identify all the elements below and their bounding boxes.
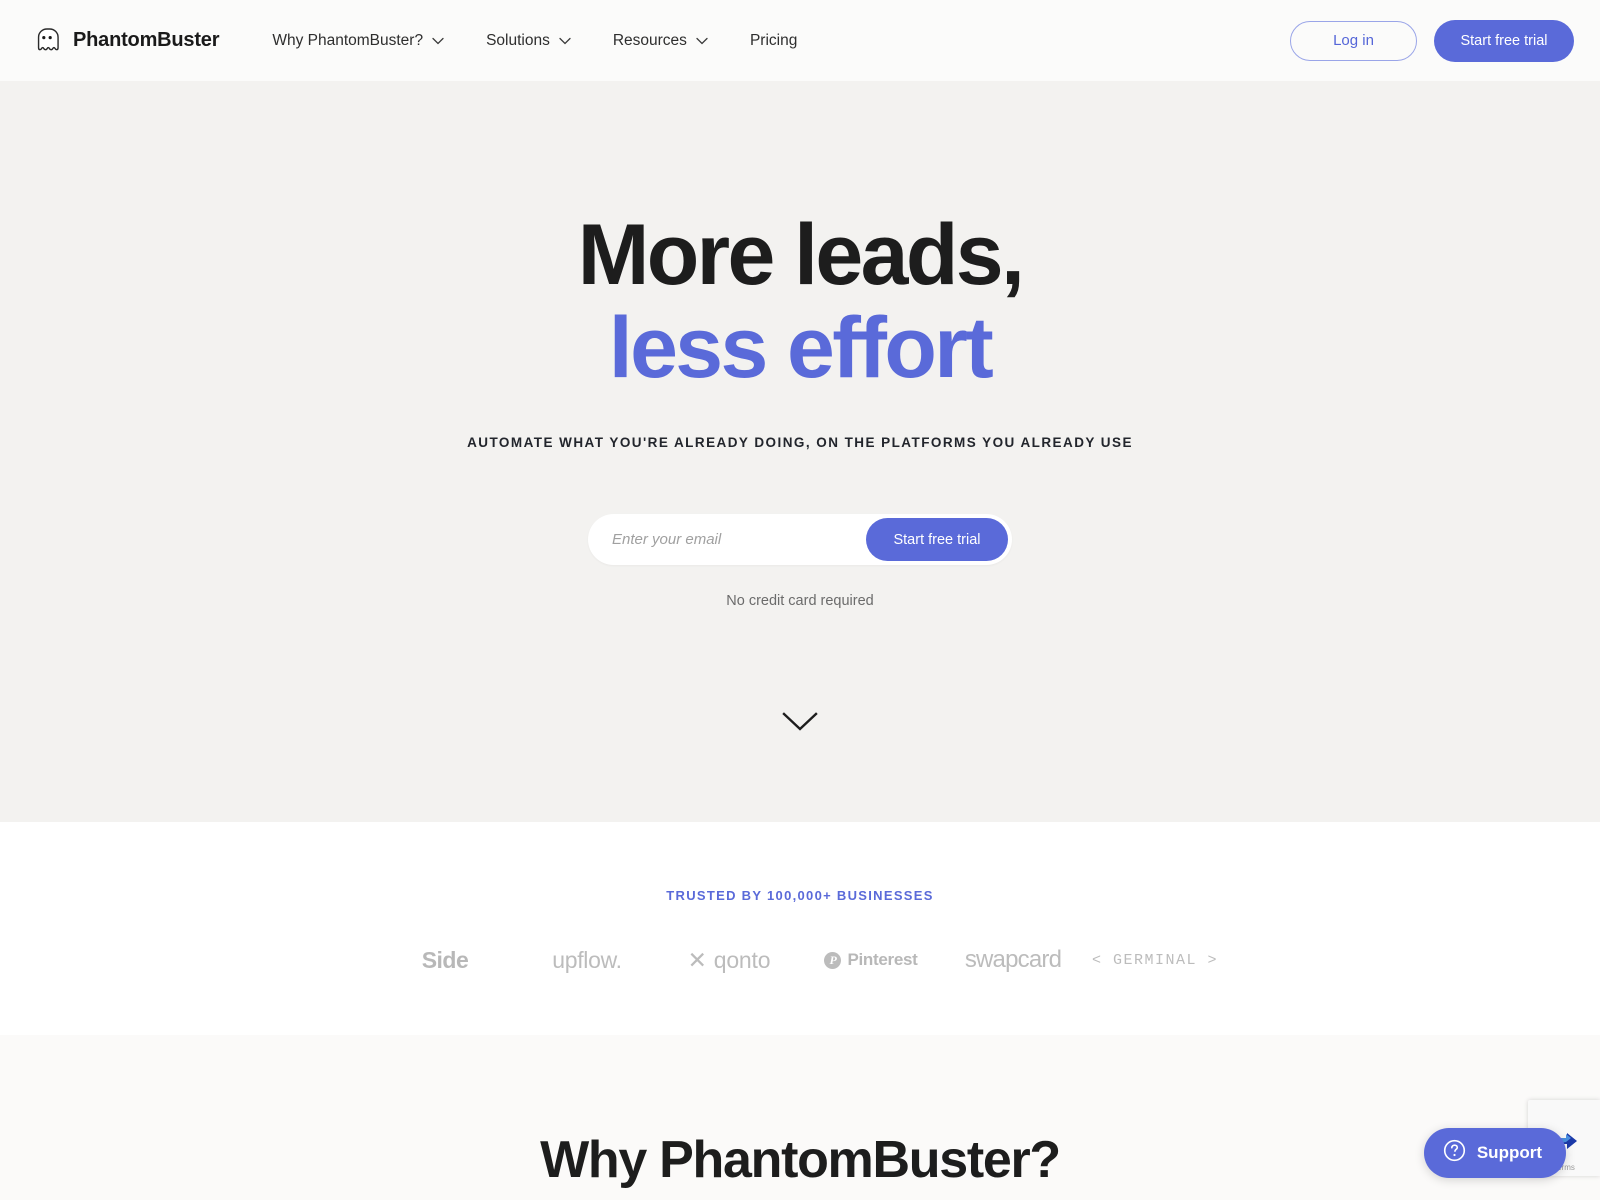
hero-section: More leads, less effort AUTOMATE WHAT YO… xyxy=(0,81,1600,822)
support-button[interactable]: Support xyxy=(1423,1128,1566,1178)
nav-label: Why PhantomBuster? xyxy=(272,31,424,49)
headline-line-2: less effort xyxy=(608,300,994,397)
scroll-down-chevron-icon[interactable] xyxy=(781,711,819,738)
question-mark-circle-icon xyxy=(1443,1139,1466,1167)
email-signup-form: Start free trial xyxy=(588,514,1012,566)
nav-item-solutions[interactable]: Solutions xyxy=(465,22,592,60)
qonto-mark-icon: ✕ xyxy=(687,946,707,973)
nav-item-pricing[interactable]: Pricing xyxy=(729,22,818,60)
nav-item-resources[interactable]: Resources xyxy=(592,22,729,60)
log-in-button[interactable]: Log in xyxy=(1290,20,1417,61)
chevron-down-icon xyxy=(432,37,444,45)
pinterest-mark-icon: P xyxy=(824,951,842,969)
logo-germinal: < GERMINAL > xyxy=(1091,951,1219,969)
no-credit-card-note: No credit card required xyxy=(726,593,874,610)
logo-swapcard: swapcard xyxy=(964,946,1062,973)
start-free-trial-button-header[interactable]: Start free trial xyxy=(1434,19,1574,62)
why-phantombuster-section: Why PhantomBuster? xyxy=(0,1035,1600,1200)
main-nav: Why PhantomBuster? Solutions Resources P… xyxy=(251,22,818,60)
support-label: Support xyxy=(1476,1143,1542,1162)
email-input[interactable] xyxy=(588,515,866,565)
client-logo-row: Side upflow. ✕ qonto P Pinterest swapcar… xyxy=(0,938,1600,982)
start-free-trial-button-hero[interactable]: Start free trial xyxy=(866,518,1008,562)
site-header: PhantomBuster Why PhantomBuster? Solutio… xyxy=(0,0,1600,81)
logo-pinterest: P Pinterest xyxy=(800,938,942,982)
logo-upflow: upflow. xyxy=(552,946,622,973)
brand-name: PhantomBuster xyxy=(73,29,220,51)
trusted-by-section: TRUSTED BY 100,000+ BUSINESSES Side upfl… xyxy=(0,822,1600,1035)
headline-line-1: More leads, xyxy=(577,207,1025,303)
nav-label: Resources xyxy=(612,31,687,49)
logo-qonto: ✕ qonto xyxy=(687,946,771,973)
logo-side: Side xyxy=(421,946,469,973)
nav-label: Pricing xyxy=(749,31,798,49)
section-title-why: Why PhantomBuster? xyxy=(540,1131,1061,1189)
landing-page: PhantomBuster Why PhantomBuster? Solutio… xyxy=(0,0,1600,1200)
chevron-down-icon xyxy=(559,37,571,45)
ghost-icon xyxy=(32,26,62,56)
chevron-down-icon xyxy=(696,37,708,45)
brand-logo[interactable]: PhantomBuster xyxy=(32,26,220,56)
trusted-by-label: TRUSTED BY 100,000+ BUSINESSES xyxy=(666,888,934,903)
nav-item-why-phantombuster[interactable]: Why PhantomBuster? xyxy=(251,22,465,60)
hero-subheading: AUTOMATE WHAT YOU'RE ALREADY DOING, ON T… xyxy=(467,435,1133,451)
nav-label: Solutions xyxy=(486,31,550,49)
page-title: More leads, less effort xyxy=(0,212,1600,397)
hero-content: More leads, less effort AUTOMATE WHAT YO… xyxy=(0,212,1600,610)
